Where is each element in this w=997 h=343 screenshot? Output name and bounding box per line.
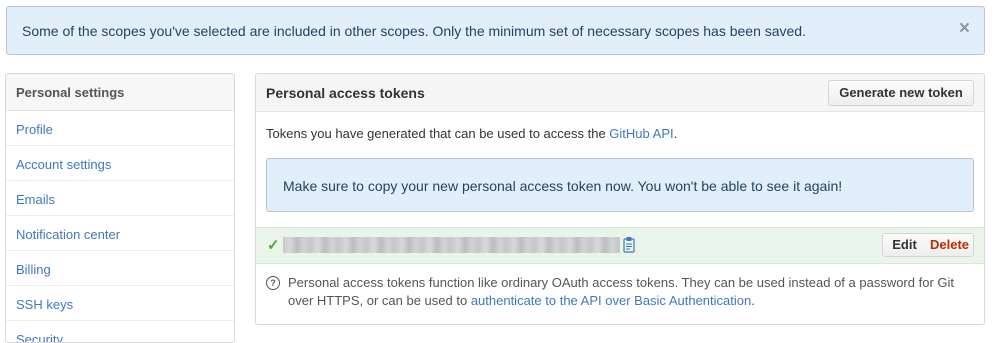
tokens-help-text: Personal access tokens function like ord…: [288, 274, 978, 310]
settings-sidebar: Personal settings Profile Account settin…: [5, 73, 235, 343]
token-row: ✓ Edit Delete: [256, 227, 984, 264]
copy-token-notice-text: Make sure to copy your new personal acce…: [283, 178, 843, 194]
sidebar-item-notification-center[interactable]: Notification center: [6, 216, 234, 251]
token-value[interactable]: [283, 237, 620, 253]
check-icon: ✓: [267, 237, 280, 254]
generate-new-token-button[interactable]: Generate new token: [828, 80, 974, 106]
personal-access-tokens-panel: Personal access tokens Generate new toke…: [255, 73, 985, 325]
tokens-intro-suffix: .: [673, 126, 678, 141]
question-icon: ?: [266, 276, 280, 290]
flash-message-text: Some of the scopes you've selected are i…: [22, 23, 806, 39]
close-icon[interactable]: ×: [959, 18, 970, 40]
panel-header: Personal access tokens Generate new toke…: [256, 74, 984, 112]
basic-auth-link[interactable]: authenticate to the API over Basic Authe…: [471, 293, 751, 308]
sidebar-item-ssh-keys[interactable]: SSH keys: [6, 286, 234, 321]
sidebar-item-account-settings[interactable]: Account settings: [6, 146, 234, 181]
tokens-intro-text: Tokens you have generated that can be us…: [266, 126, 610, 141]
copy-token-notice: Make sure to copy your new personal acce…: [266, 158, 974, 212]
sidebar-item-billing[interactable]: Billing: [6, 251, 234, 286]
github-api-link[interactable]: GitHub API: [609, 126, 673, 141]
tokens-intro: Tokens you have generated that can be us…: [266, 126, 677, 141]
delete-token-button[interactable]: Delete: [926, 233, 974, 257]
sidebar-item-profile[interactable]: Profile: [6, 111, 234, 146]
clipboard-icon[interactable]: [623, 236, 635, 253]
sidebar-item-emails[interactable]: Emails: [6, 181, 234, 216]
edit-token-button[interactable]: Edit: [882, 233, 927, 257]
panel-title: Personal access tokens: [266, 85, 425, 101]
sidebar-heading: Personal settings: [6, 74, 234, 111]
tokens-help-suffix: .: [751, 293, 755, 308]
sidebar-item-security[interactable]: Security: [6, 321, 234, 342]
flash-message: Some of the scopes you've selected are i…: [6, 6, 985, 55]
